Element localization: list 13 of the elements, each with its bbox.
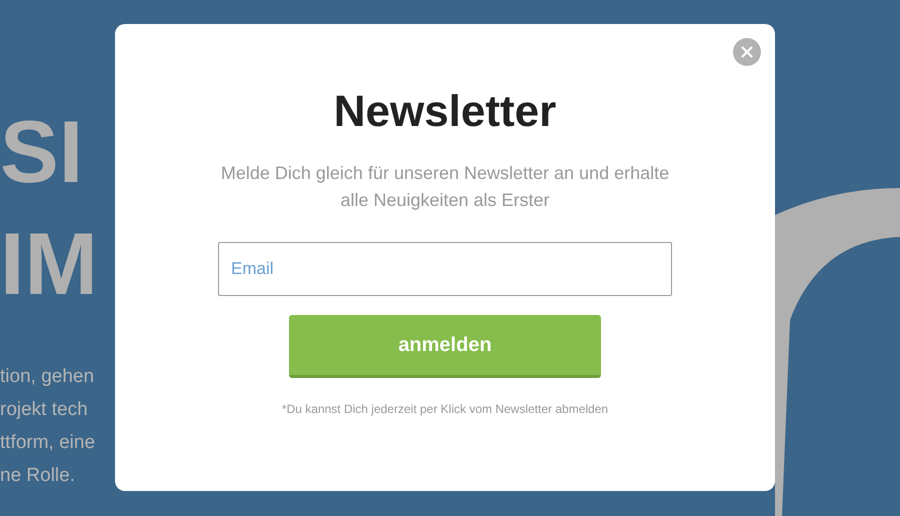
modal-title: Newsletter xyxy=(334,86,556,138)
close-button[interactable] xyxy=(733,38,761,66)
body-text: tion, gehen xyxy=(0,365,96,389)
body-text: ne Rolle. xyxy=(0,464,76,488)
subscribe-button[interactable]: anmelden xyxy=(289,315,601,378)
headline-text: IM xyxy=(0,213,99,315)
email-field[interactable]: Email xyxy=(218,242,672,296)
headline-text: SI xyxy=(0,101,84,203)
close-icon xyxy=(741,46,753,58)
description-text: Melde Dich gleich für unseren Newsletter an und erhalte alle Neuigkeiten als Erster xyxy=(220,162,670,212)
body-text: ttform, eine xyxy=(0,431,96,455)
footnote-text: *Du kannst Dich jederzeit per Klick vom Newsletter abmelden xyxy=(282,401,608,418)
body-text: rojekt tech xyxy=(0,398,89,422)
